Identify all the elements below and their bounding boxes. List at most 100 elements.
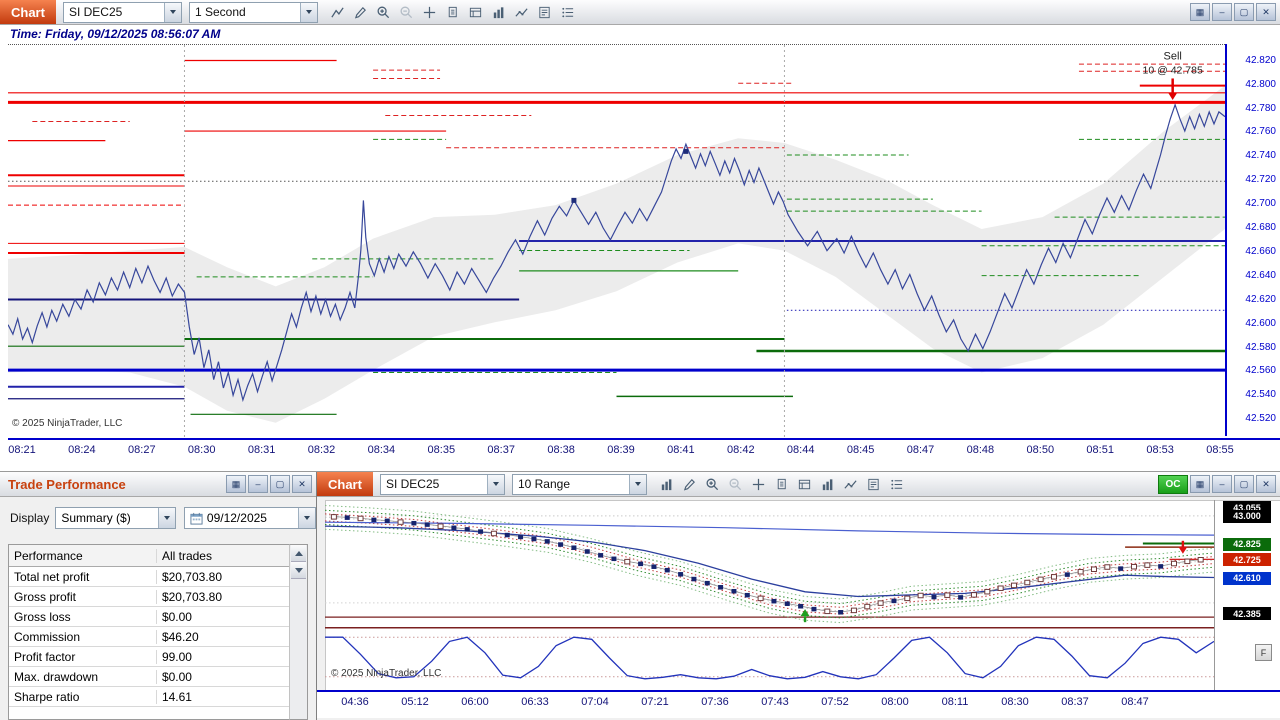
chart-window-bottom: Chart SI DEC25 10 Range OC ▦ – ▢ ✕ 43.055 43… — [317, 472, 1280, 720]
metric-label: Profit factor — [9, 649, 157, 664]
close-button[interactable]: ✕ — [292, 475, 312, 493]
window-controls: ▦ – ▢ ✕ — [1188, 3, 1280, 21]
send-to-back-button[interactable]: ▦ — [226, 475, 246, 493]
range-chart-plot[interactable] — [324, 500, 1215, 625]
table-scrollbar[interactable] — [289, 544, 308, 720]
close-button[interactable]: ✕ — [1256, 475, 1276, 493]
histogram-icon[interactable] — [816, 474, 839, 494]
table-row[interactable]: Max. drawdown $0.00 — [9, 667, 292, 687]
script-icon[interactable] — [862, 474, 885, 494]
scroll-up-button[interactable] — [291, 545, 306, 562]
calendar-icon — [190, 512, 203, 525]
table-row[interactable]: Gross profit $20,703.80 — [9, 587, 292, 607]
line-chart-icon[interactable] — [510, 2, 533, 22]
instrument-selector[interactable]: SI DEC25 — [379, 473, 505, 495]
metric-value: 14.61 — [161, 689, 192, 704]
window-title: Chart — [0, 0, 56, 24]
time-tick-label: 07:52 — [821, 696, 849, 708]
instrument-selector[interactable]: SI DEC25 — [62, 1, 182, 23]
table-header-row: Performance All trades — [9, 545, 292, 567]
zoom-out-icon[interactable] — [724, 474, 747, 494]
time-tick-label: 07:04 — [581, 696, 609, 708]
crosshair-icon[interactable] — [747, 474, 770, 494]
zoom-in-icon[interactable] — [372, 2, 395, 22]
oscillator-panel[interactable] — [325, 627, 1215, 687]
svg-text:Sell: Sell — [1163, 50, 1181, 62]
crosshair-icon[interactable] — [418, 2, 441, 22]
time-tick-label: 08:37 — [487, 444, 515, 456]
time-tick-label: 06:00 — [461, 696, 489, 708]
copy-icon[interactable] — [441, 2, 464, 22]
metric-value: $46.20 — [161, 629, 199, 644]
price-chart-plot[interactable]: Sell 10 @ 42.785 — [7, 44, 1226, 437]
oco-button[interactable]: OC — [1158, 474, 1188, 494]
send-to-back-button[interactable]: ▦ — [1190, 3, 1210, 21]
interval-selector[interactable]: 10 Range — [511, 473, 647, 495]
price-level-box: 42.725 — [1223, 553, 1271, 567]
order-ticket-icon[interactable] — [793, 474, 816, 494]
table-row[interactable]: Gross loss $0.00 — [9, 607, 292, 627]
maximize-button[interactable]: ▢ — [1234, 3, 1254, 21]
display-selector[interactable]: Summary ($) — [55, 507, 176, 529]
trade-performance-titlebar: Trade Performance ▦ – ▢ ✕ — [0, 472, 316, 497]
range-time-axis[interactable]: 04:36 05:12 06:00 06:33 07:04 07:21 07:36 07:43… — [317, 690, 1280, 718]
chart-window-top: Chart SI DEC25 1 Second ▦ – ▢ ✕ Time: Frida… — [0, 0, 1280, 472]
time-tick-label: 08:21 — [8, 444, 36, 456]
time-tick-label: 07:43 — [761, 696, 789, 708]
table-row[interactable]: Profit factor 99.00 — [9, 647, 292, 667]
histogram-icon[interactable] — [655, 474, 678, 494]
script-icon[interactable] — [533, 2, 556, 22]
performance-table: Performance All trades Total net profit $20… — [8, 544, 292, 720]
pencil-icon[interactable] — [678, 474, 701, 494]
table-row[interactable]: Sharpe ratio 14.61 — [9, 687, 292, 707]
histogram-icon[interactable] — [487, 2, 510, 22]
minimize-button[interactable]: – — [1212, 3, 1232, 21]
window-controls: ▦ – ▢ ✕ — [224, 475, 316, 493]
chart-toolbar — [326, 2, 579, 22]
panel-f-button[interactable]: F — [1255, 644, 1272, 661]
zoom-out-icon[interactable] — [395, 2, 418, 22]
date-picker[interactable]: 09/12/2025 — [183, 507, 316, 529]
date-value: 09/12/2025 — [206, 511, 267, 525]
time-tick-label: 08:27 — [128, 444, 156, 456]
column-header[interactable]: Performance — [9, 548, 157, 563]
chevron-down-icon — [157, 508, 175, 528]
send-to-back-button[interactable]: ▦ — [1190, 475, 1210, 493]
window-title: Trade Performance — [8, 476, 126, 492]
line-chart-icon[interactable] — [839, 474, 862, 494]
price-tick-label: 42.760 — [1245, 126, 1276, 138]
price-level-box: 42.825 — [1223, 537, 1271, 551]
price-tick-label: 42.600 — [1245, 317, 1276, 329]
time-tick-label: 08:39 — [607, 444, 635, 456]
time-tick-label: 05:12 — [401, 696, 429, 708]
column-header[interactable]: All trades — [157, 549, 292, 563]
time-tick-label: 08:51 — [1086, 444, 1114, 456]
metric-label: Max. drawdown — [9, 669, 157, 684]
copy-icon[interactable] — [770, 474, 793, 494]
time-axis[interactable]: 08:21 08:24 08:27 08:30 08:31 08:32 08:34 08:35… — [8, 438, 1280, 464]
price-tick-label: 42.780 — [1245, 102, 1276, 114]
minimize-button[interactable]: – — [1212, 475, 1232, 493]
minimize-button[interactable]: – — [248, 475, 268, 493]
time-tick-label: 08:53 — [1146, 444, 1174, 456]
order-ticket-icon[interactable] — [464, 2, 487, 22]
price-level-box: 42.385 — [1223, 607, 1271, 621]
window-title: Chart — [317, 472, 373, 496]
range-price-axis[interactable]: 43.055 43.000 42.825 42.725 42.610 42.385 — [1214, 500, 1280, 690]
table-row[interactable]: Commission $46.20 — [9, 627, 292, 647]
interval-selector[interactable]: 1 Second — [188, 1, 318, 23]
table-row[interactable]: Total net profit $20,703.80 — [9, 567, 292, 587]
trendline-icon[interactable] — [326, 2, 349, 22]
list-icon[interactable] — [885, 474, 908, 494]
pencil-icon[interactable] — [349, 2, 372, 22]
close-button[interactable]: ✕ — [1256, 3, 1276, 21]
maximize-button[interactable]: ▢ — [1234, 475, 1254, 493]
maximize-button[interactable]: ▢ — [270, 475, 290, 493]
list-icon[interactable] — [556, 2, 579, 22]
chevron-down-icon — [628, 474, 646, 494]
price-axis[interactable]: 42.820 42.800 42.780 42.760 42.740 42.720 42.7… — [1225, 44, 1280, 436]
zoom-in-icon[interactable] — [701, 474, 724, 494]
scroll-down-button[interactable] — [291, 562, 306, 579]
window-controls: OC ▦ – ▢ ✕ — [1148, 474, 1280, 494]
chevron-down-icon — [299, 2, 317, 22]
